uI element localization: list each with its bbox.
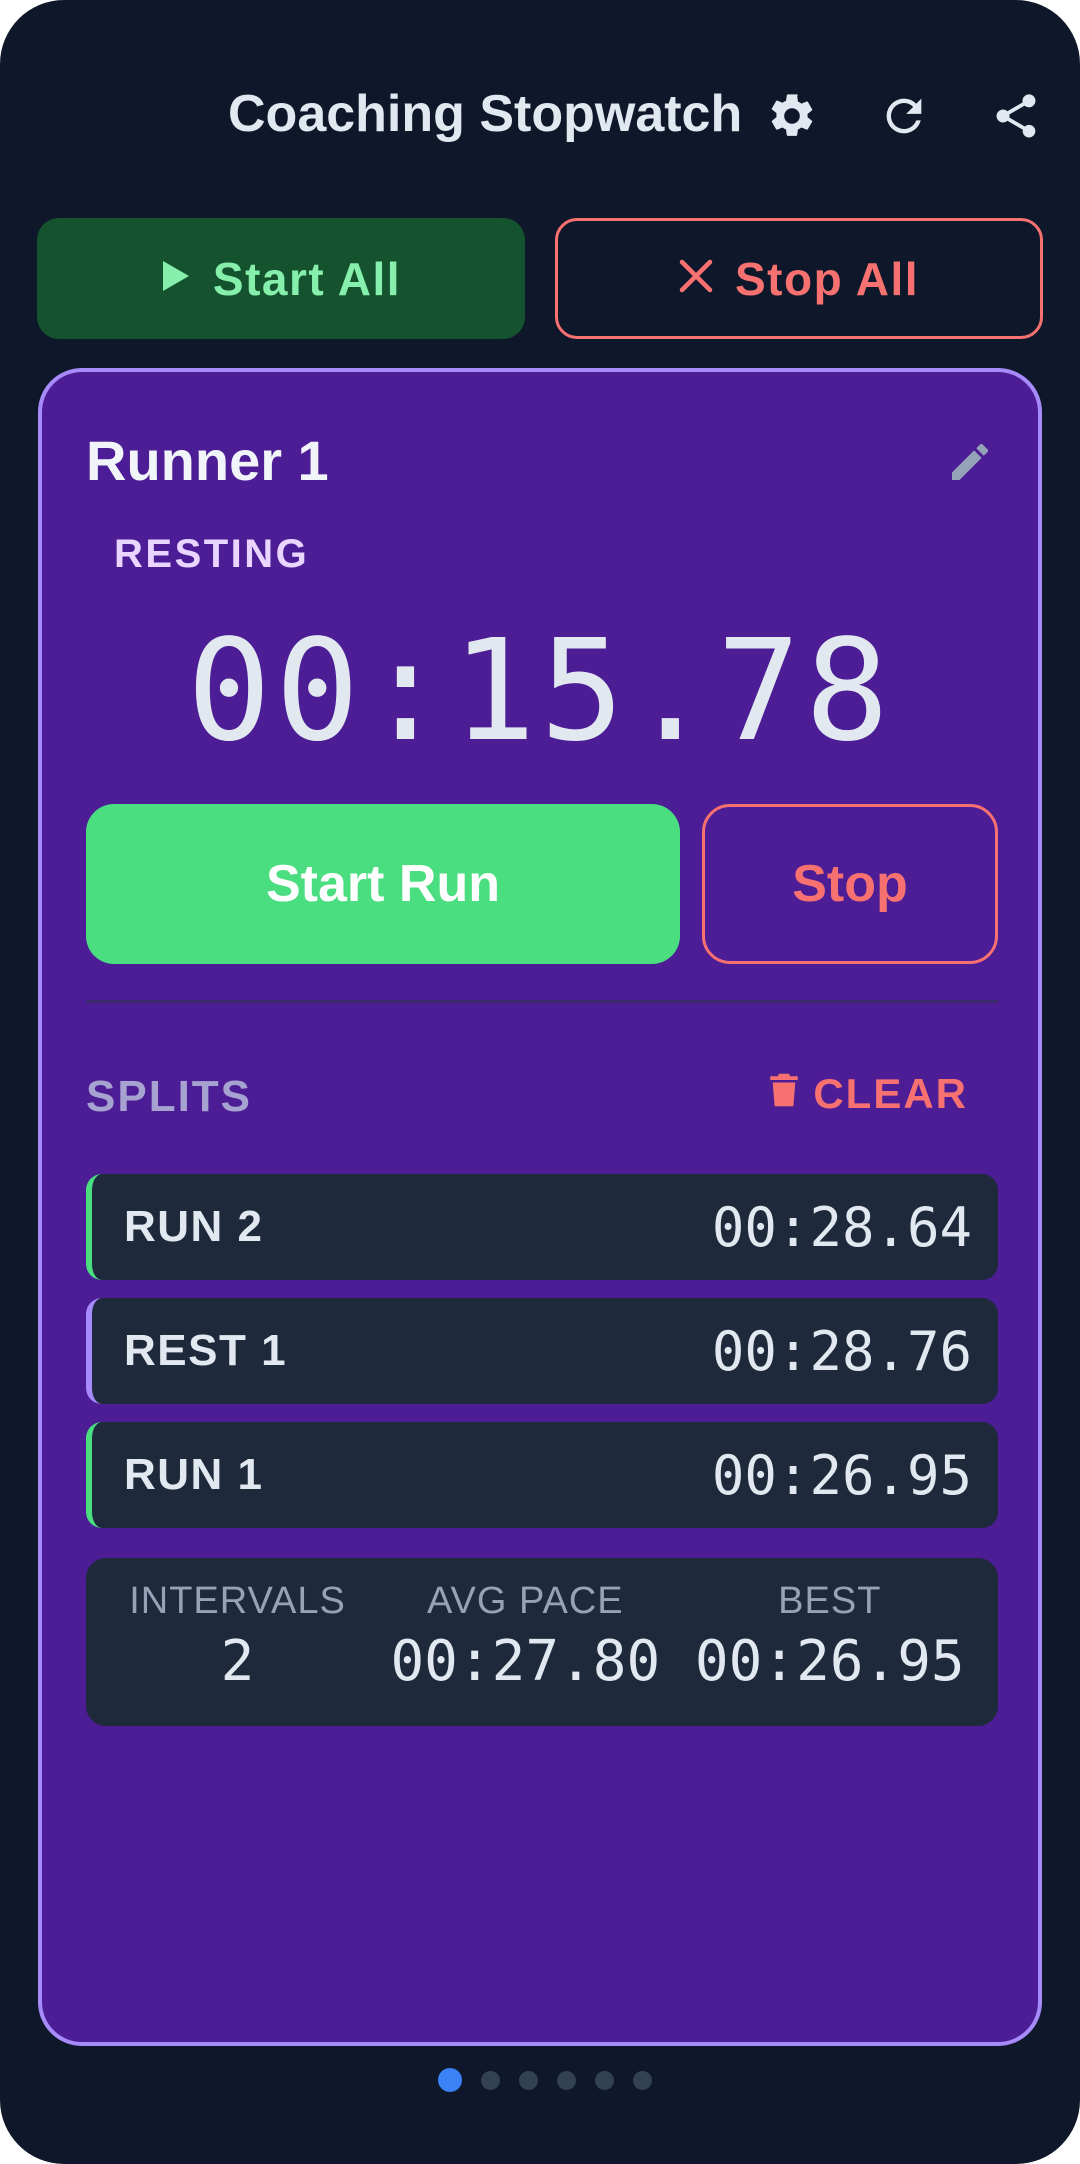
splits-list: RUN 2 00:28.64 REST 1 00:28.76 RUN 1 00:… [86,1174,998,1546]
split-time: 00:28.76 [711,1319,972,1383]
stop-button[interactable]: Stop [702,804,998,964]
start-all-button[interactable]: Start All [37,218,525,339]
page-dot-active[interactable] [438,2068,462,2092]
refresh-icon[interactable] [876,88,932,144]
start-all-label: Start All [212,252,402,305]
page-dot[interactable] [557,2070,576,2090]
stat-value: 2 [220,1629,255,1694]
split-label: RUN 2 [124,1202,264,1251]
clear-splits-button[interactable]: CLEAR [769,1070,968,1118]
stop-all-button[interactable]: Stop All [555,218,1043,339]
stat-avg-pace: AVG PACE 00:27.80 [373,1580,677,1726]
trash-icon [769,1070,799,1118]
stat-intervals: INTERVALS 2 [102,1580,373,1726]
edit-icon[interactable] [946,438,994,486]
split-label: REST 1 [124,1326,288,1375]
stat-value: 00:27.80 [390,1629,661,1694]
runner-card: Runner 1 RESTING 00:15.78 Start Run Stop… [38,368,1042,2046]
stop-all-label: Stop All [734,252,920,305]
page-dot[interactable] [519,2070,538,2090]
stat-label: BEST [778,1580,882,1622]
split-row: RUN 1 00:26.95 [86,1422,998,1528]
runner-name: Runner 1 [86,429,329,492]
split-row: REST 1 00:28.76 [86,1298,998,1404]
page-dot[interactable] [481,2070,500,2090]
play-icon [161,259,191,298]
clear-label: CLEAR [813,1070,968,1117]
close-icon [679,259,713,298]
runner-status: RESTING [114,532,310,576]
split-time: 00:28.64 [711,1195,972,1259]
stats-panel: INTERVALS 2 AVG PACE 00:27.80 BEST 00:26… [86,1558,998,1726]
page-indicator[interactable] [0,2068,1080,2092]
stat-label: INTERVALS [129,1580,346,1622]
start-run-button[interactable]: Start Run [86,804,680,964]
split-label: RUN 1 [124,1450,264,1499]
gear-icon[interactable] [764,88,820,144]
page-dot[interactable] [633,2070,652,2090]
stat-label: AVG PACE [426,1580,624,1622]
share-icon[interactable] [988,88,1044,144]
app-screen: Coaching Stopwatch Start All Stop All Ru… [0,0,1080,2164]
page-dot[interactable] [595,2070,614,2090]
divider [86,1000,998,1003]
split-row: RUN 2 00:28.64 [86,1174,998,1280]
timer-display: 00:15.78 [186,610,894,773]
stat-value: 00:26.95 [694,1629,965,1694]
splits-title: SPLITS [86,1072,253,1121]
app-title: Coaching Stopwatch [228,85,743,143]
split-time: 00:26.95 [711,1443,972,1507]
app-header: Coaching Stopwatch [0,62,1080,168]
stat-best: BEST 00:26.95 [678,1580,982,1726]
